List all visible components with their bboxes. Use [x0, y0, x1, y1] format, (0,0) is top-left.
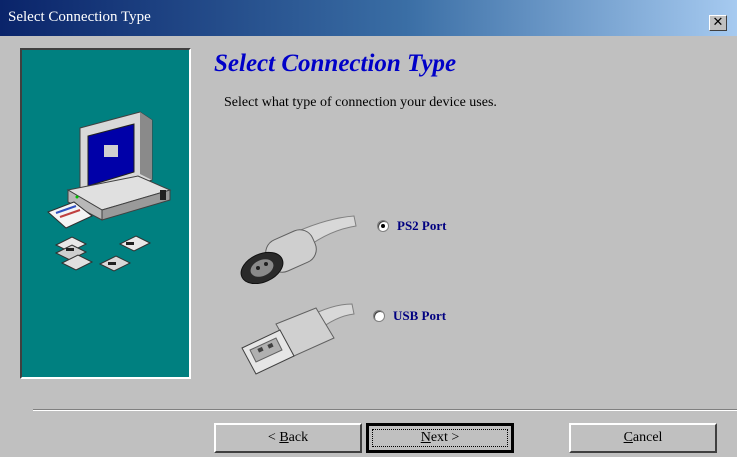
- usb-port-radio[interactable]: [373, 310, 385, 322]
- close-icon: ✕: [712, 15, 724, 30]
- focus-rectangle: [372, 429, 508, 447]
- button-divider: [33, 409, 737, 411]
- page-subtitle: Select what type of connection your devi…: [224, 95, 497, 110]
- close-button[interactable]: ✕: [709, 15, 727, 31]
- ps2-port-option[interactable]: PS2 Port: [377, 218, 446, 234]
- ps2-connector-icon: [240, 215, 357, 284]
- usb-port-option[interactable]: USB Port: [373, 308, 446, 324]
- back-button-prefix: <: [267, 430, 280, 445]
- next-button[interactable]: Next >: [366, 423, 514, 453]
- ps2-port-radio[interactable]: [377, 220, 389, 232]
- back-button-accel: B: [279, 430, 289, 445]
- cancel-button-label: ancel: [632, 430, 663, 445]
- side-panel: [20, 48, 191, 379]
- back-button-label: ack: [288, 430, 309, 445]
- cancel-button[interactable]: Cancel: [569, 423, 717, 453]
- cancel-button-accel: C: [623, 430, 633, 445]
- title-bar[interactable]: Select Connection Type ✕: [0, 0, 737, 36]
- ps2-port-label: PS2 Port: [397, 218, 447, 233]
- page-title: Select Connection Type: [214, 50, 457, 77]
- usb-port-label: USB Port: [393, 308, 447, 323]
- back-button[interactable]: < Back: [214, 423, 362, 453]
- computer-illustration-icon: [47, 111, 172, 272]
- usb-connector-icon: [241, 303, 355, 375]
- window-title: Select Connection Type: [8, 9, 151, 25]
- setup-dialog: Select Connection Type ✕ Select Connecti…: [0, 0, 737, 457]
